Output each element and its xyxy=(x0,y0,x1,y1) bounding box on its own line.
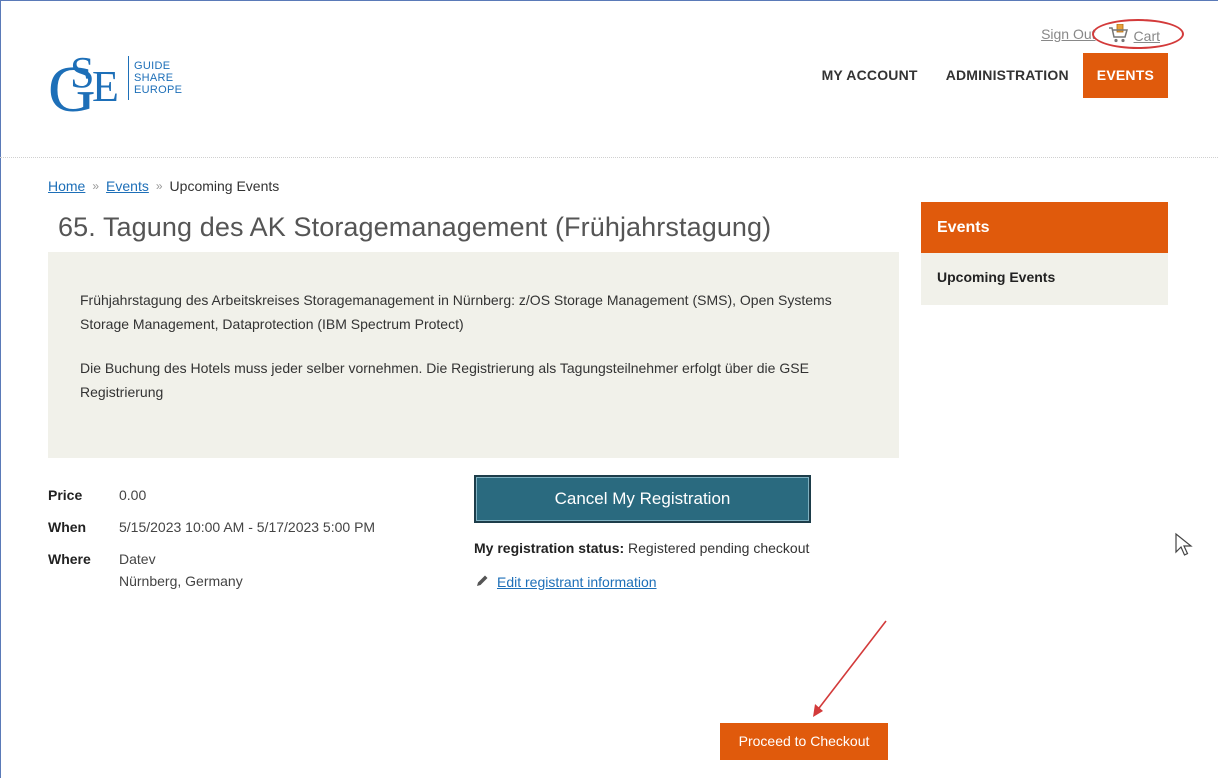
pencil-icon xyxy=(476,574,489,590)
description-paragraph: Die Buchung des Hotels muss jeder selber… xyxy=(80,360,809,400)
header-divider xyxy=(0,157,1218,158)
gse-logo[interactable]: G S E GUIDE SHARE EUROPE xyxy=(48,37,182,126)
nav-administration[interactable]: ADMINISTRATION xyxy=(932,53,1083,98)
registration-status-label: My registration status: xyxy=(474,540,625,556)
price-label: Price xyxy=(48,487,83,503)
where-city: Nürnberg, Germany xyxy=(119,573,243,589)
where-row: Where Datev Nürnberg, Germany xyxy=(48,548,375,592)
event-details: Price 0.00 When 5/15/2023 10:00 AM - 5/1… xyxy=(48,484,375,602)
logo-divider xyxy=(128,56,129,100)
svg-text:E: E xyxy=(92,62,119,111)
utility-links: Sign Out Cart xyxy=(1041,19,1184,49)
event-description: Frühjahrstagung des Arbeitskreises Stora… xyxy=(48,252,899,458)
where-venue: Datev xyxy=(119,551,156,567)
sidebar-title[interactable]: Events xyxy=(921,202,1168,253)
sidebar: Events Upcoming Events xyxy=(921,202,1168,305)
logo-word-europe: EUROPE xyxy=(134,84,183,96)
annotation-arrow xyxy=(813,620,887,717)
description-paragraph: Frühjahrstagung des Arbeitskreises Stora… xyxy=(80,292,832,332)
logo-word-guide: GUIDE xyxy=(134,60,171,72)
registration-status: My registration status: Registered pendi… xyxy=(474,540,809,556)
cart-link[interactable]: Cart xyxy=(1091,19,1184,49)
sidebar-item-upcoming-events[interactable]: Upcoming Events xyxy=(921,253,1168,305)
when-value: 5/15/2023 10:00 AM - 5/17/2023 5:00 PM xyxy=(119,519,376,535)
nav-my-account[interactable]: MY ACCOUNT xyxy=(808,53,932,98)
breadcrumb-home[interactable]: Home xyxy=(48,178,85,194)
edit-registrant-row: Edit registrant information xyxy=(476,574,657,590)
gse-logo-mark: G S E xyxy=(48,37,126,126)
breadcrumb-events[interactable]: Events xyxy=(106,178,149,194)
price-value: 0.00 xyxy=(119,487,147,503)
where-value: Datev Nürnberg, Germany xyxy=(119,548,243,592)
nav-events[interactable]: EVENTS xyxy=(1082,53,1168,98)
when-row: When 5/15/2023 10:00 AM - 5/17/2023 5:00… xyxy=(48,516,375,538)
svg-text:S: S xyxy=(70,48,94,97)
annotation-circle xyxy=(1091,19,1184,49)
breadcrumb-separator: » xyxy=(155,179,163,193)
where-label: Where xyxy=(48,551,91,567)
cart-icon xyxy=(1108,24,1130,44)
mouse-cursor-icon xyxy=(1175,532,1193,556)
registration-status-value: Registered pending checkout xyxy=(628,540,810,556)
main-nav: MY ACCOUNT ADMINISTRATION EVENTS xyxy=(808,53,1168,98)
edit-registrant-link[interactable]: Edit registrant information xyxy=(497,574,657,590)
sign-out-link[interactable]: Sign Out xyxy=(1041,26,1095,42)
cancel-registration-button[interactable]: Cancel My Registration xyxy=(474,475,811,523)
breadcrumb-current: Upcoming Events xyxy=(169,178,280,194)
logo-words: GUIDE SHARE EUROPE xyxy=(134,60,182,96)
page-title: 65. Tagung des AK Storagemanagement (Frü… xyxy=(58,212,772,242)
proceed-to-checkout-button[interactable]: Proceed to Checkout xyxy=(720,723,888,760)
when-label: When xyxy=(48,519,87,535)
logo-word-share: SHARE xyxy=(134,72,174,84)
breadcrumb: Home » Events » Upcoming Events xyxy=(48,178,279,194)
breadcrumb-separator: » xyxy=(92,179,100,193)
price-row: Price 0.00 xyxy=(48,484,375,506)
